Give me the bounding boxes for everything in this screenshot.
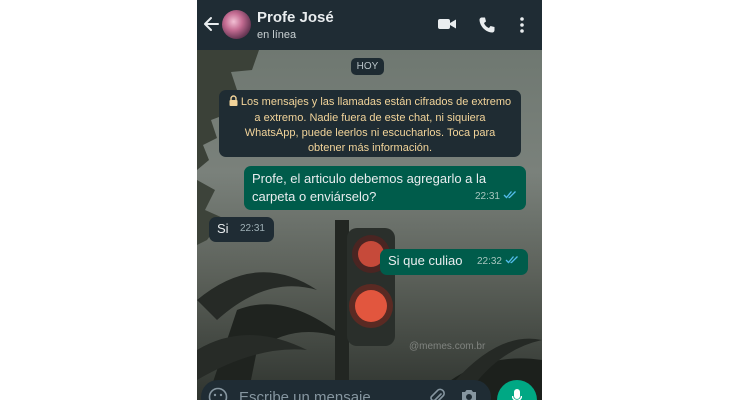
video-call-icon[interactable] <box>437 16 457 37</box>
date-divider: HOY <box>351 58 384 75</box>
encryption-notice-text: Los mensajes y las llamadas están cifrad… <box>240 96 512 154</box>
camera-icon[interactable] <box>460 388 478 400</box>
encryption-notice[interactable]: Los mensajes y las llamadas están cifrad… <box>219 90 521 157</box>
chat-header: Profe José en línea <box>197 0 542 50</box>
message-input[interactable] <box>237 385 421 400</box>
back-arrow-icon[interactable] <box>203 14 221 34</box>
contact-status: en línea <box>257 29 297 41</box>
message-text: Profe, el articulo debemos agregarlo a l… <box>252 171 487 204</box>
message-incoming[interactable]: Si 22:31 <box>209 217 274 242</box>
phone-screen: Profe José en línea HOY Los mensajes y l… <box>197 0 542 400</box>
double-check-icon <box>503 186 518 204</box>
avatar[interactable] <box>222 10 251 39</box>
phone-call-icon[interactable] <box>478 16 496 39</box>
message-text: Si que culiao <box>388 253 463 268</box>
more-options-icon[interactable] <box>519 16 525 39</box>
mic-icon <box>511 389 523 400</box>
message-text: Si <box>217 221 229 236</box>
emoji-icon[interactable] <box>208 387 228 400</box>
lock-icon <box>229 95 238 111</box>
message-time: 22:31 <box>474 191 500 202</box>
message-outgoing[interactable]: Profe, el articulo debemos agregarlo a l… <box>244 166 526 210</box>
contact-name[interactable]: Profe José <box>257 9 334 26</box>
attach-icon[interactable] <box>429 388 445 400</box>
message-time: 22:32 <box>476 256 502 267</box>
watermark: @memes.com.br <box>409 341 486 352</box>
double-check-icon <box>505 251 520 269</box>
message-outgoing[interactable]: Si que culiao 22:32 <box>380 249 528 275</box>
message-time: 22:31 <box>239 223 265 234</box>
message-composer <box>201 380 491 400</box>
chat-area[interactable]: HOY Los mensajes y las llamadas están ci… <box>197 50 542 400</box>
